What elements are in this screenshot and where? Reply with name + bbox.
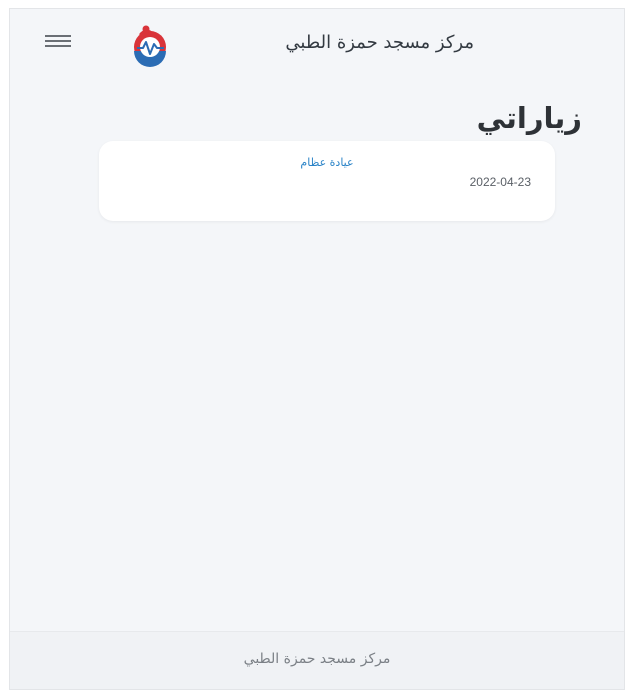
hamburger-menu-icon[interactable] <box>45 35 71 51</box>
visit-date: 2022-04-23 <box>469 175 531 189</box>
page-footer: مركز مسجد حمزة الطبي <box>10 631 624 689</box>
app-title[interactable]: مركز مسجد حمزة الطبي <box>285 32 474 53</box>
app-frame: مركز مسجد حمزة الطبي زياراتي عيادة عظام … <box>9 8 625 690</box>
top-navbar: مركز مسجد حمزة الطبي <box>10 9 624 77</box>
page-title: زياراتي <box>476 101 582 135</box>
heartbeat-logo-icon[interactable] <box>128 23 172 67</box>
menu-line-top <box>45 35 71 37</box>
footer-text: مركز مسجد حمزة الطبي <box>243 651 391 667</box>
menu-line-bottom <box>45 45 71 47</box>
menu-line-middle <box>45 40 71 42</box>
visit-clinic-name[interactable]: عيادة عظام <box>99 156 555 169</box>
visit-card[interactable]: عيادة عظام 2022-04-23 <box>99 141 555 221</box>
